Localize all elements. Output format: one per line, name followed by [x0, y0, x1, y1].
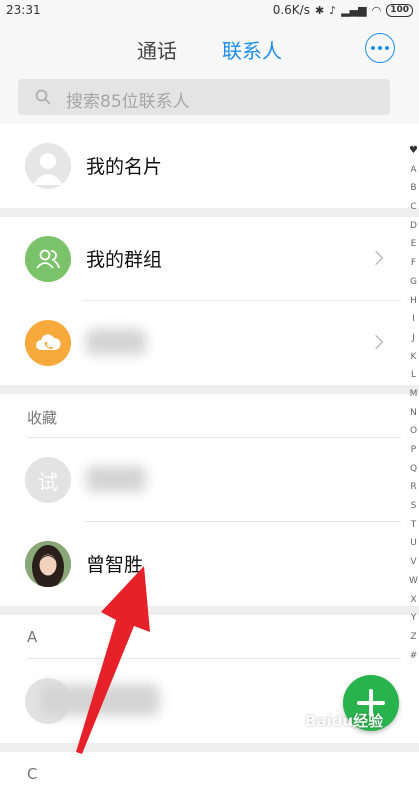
section-next-header: C: [0, 752, 419, 796]
avatar: [25, 541, 71, 587]
favorites-header-label: 收藏: [27, 409, 58, 427]
index-letter[interactable]: L: [411, 366, 416, 385]
network-speed: 0.6K/s: [272, 3, 310, 17]
index-letter[interactable]: V: [410, 553, 416, 572]
mute-icon: ♪: [329, 3, 337, 17]
more-button[interactable]: [365, 33, 395, 63]
favorite-contact-row[interactable]: 曾智胜: [0, 522, 419, 606]
more-icon: [371, 46, 375, 50]
section-gap: [0, 606, 419, 615]
tab-contacts[interactable]: 联系人: [222, 35, 282, 64]
index-letter[interactable]: T: [411, 516, 417, 535]
index-letter[interactable]: I: [412, 310, 415, 329]
chevron-right-icon: [368, 334, 384, 350]
groups-section: 我的群组: [0, 217, 419, 385]
my-groups-row[interactable]: 我的群组: [0, 217, 419, 301]
index-letter[interactable]: G: [410, 273, 417, 292]
wifi-icon: ◠: [371, 3, 382, 17]
bluetooth-icon: ✱: [314, 3, 325, 17]
index-letter[interactable]: P: [411, 441, 416, 460]
index-letter[interactable]: H: [410, 292, 417, 311]
chevron-right-icon: [368, 250, 384, 266]
my-card-label: 我的名片: [86, 156, 163, 178]
more-icon-dot: [378, 46, 382, 50]
my-groups-label: 我的群组: [86, 249, 163, 271]
favorite-contact-row[interactable]: 试: [0, 438, 419, 522]
index-letter[interactable]: A: [410, 161, 416, 180]
top-tab-bar: 通话 联系人: [0, 22, 419, 74]
index-letter[interactable]: Q: [410, 460, 417, 479]
blurred-contact-name: [86, 466, 146, 492]
status-icons: 0.6K/s ✱ ♪ ▂▄▆ ◠ 100: [273, 3, 413, 17]
group-icon: [25, 236, 71, 282]
cloud-phone-icon: [25, 320, 71, 366]
index-letter[interactable]: D: [410, 217, 417, 236]
tab-calls[interactable]: 通话: [137, 35, 177, 64]
section-gap: [0, 208, 419, 217]
index-letter[interactable]: O: [410, 422, 417, 441]
index-letter[interactable]: M: [410, 385, 418, 404]
section-next-letter: C: [27, 765, 38, 783]
search-area: 搜索85位联系人: [0, 74, 419, 124]
search-input[interactable]: 搜索85位联系人: [18, 79, 390, 115]
my-card-row[interactable]: 我的名片: [0, 124, 419, 208]
section-gap: [0, 743, 419, 752]
index-letter[interactable]: N: [410, 404, 417, 423]
favorites-heart-icon[interactable]: ♥: [409, 142, 418, 161]
section-a-letter: A: [27, 628, 38, 646]
index-letter[interactable]: X: [410, 591, 416, 610]
contact-initial-avatar: 试: [25, 457, 71, 503]
signal-icon: ▂▄▆: [341, 3, 367, 17]
index-letter[interactable]: J: [412, 329, 415, 348]
blurred-label: [86, 329, 146, 355]
index-letter[interactable]: Y: [411, 609, 417, 628]
index-letter[interactable]: C: [410, 198, 416, 217]
section-a-header: A: [0, 615, 419, 659]
index-letter[interactable]: #: [410, 647, 418, 666]
index-letter[interactable]: R: [410, 478, 416, 497]
cloud-contacts-row[interactable]: [0, 301, 419, 385]
watermark: Baidu经验: [305, 712, 384, 730]
more-icon-dot: [385, 46, 389, 50]
index-letter[interactable]: W: [409, 572, 418, 591]
section-next: C: [0, 752, 419, 796]
my-card-section: 我的名片: [0, 124, 419, 208]
status-bar: 23:31 0.6K/s ✱ ♪ ▂▄▆ ◠ 100: [0, 0, 419, 22]
index-letter[interactable]: K: [411, 348, 417, 367]
default-avatar-icon: [25, 143, 71, 189]
search-icon: [35, 89, 51, 105]
index-letter[interactable]: S: [411, 497, 417, 516]
index-letter[interactable]: Z: [410, 628, 416, 647]
alphabet-index-bar[interactable]: ♥ A B C D E F G H I J K L M N O P Q R S T U V W X Y Z #: [408, 142, 419, 665]
favorites-header: 收藏: [0, 394, 419, 438]
section-gap: [0, 385, 419, 394]
index-letter[interactable]: F: [411, 254, 416, 273]
index-letter[interactable]: B: [410, 179, 416, 198]
search-placeholder: 搜索85位联系人: [66, 92, 190, 112]
index-letter[interactable]: E: [411, 235, 417, 254]
battery-icon: 100: [386, 3, 413, 17]
favorites-section: 收藏 试 曾智胜: [0, 394, 419, 606]
status-time: 23:31: [6, 3, 41, 17]
contact-name: 曾智胜: [86, 554, 144, 576]
index-letter[interactable]: U: [410, 534, 417, 553]
blurred-contact-name: [40, 684, 160, 716]
